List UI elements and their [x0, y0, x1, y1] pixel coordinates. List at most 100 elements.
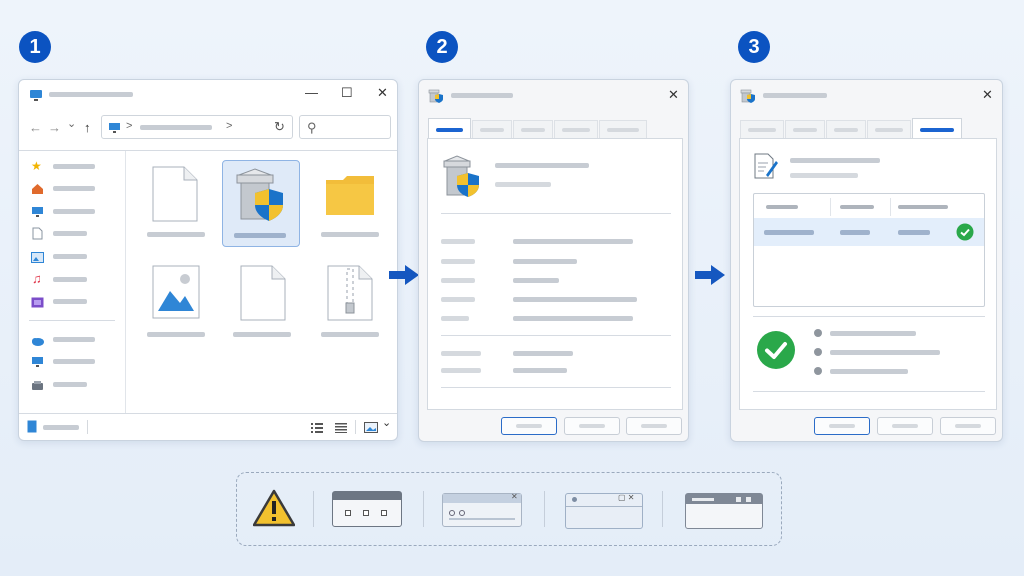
tab-item[interactable] — [554, 120, 598, 138]
window-variants-panel: ✕ ▢ ✕ — [236, 472, 782, 546]
recent-dropdown-button[interactable]: ⌄ — [67, 119, 76, 130]
ok-button[interactable] — [501, 417, 557, 435]
navigation-pane: ★ ♫ — [19, 151, 125, 413]
document-icon[interactable] — [32, 227, 43, 245]
status-text — [43, 425, 79, 430]
cloud-icon[interactable] — [30, 333, 45, 351]
column-header[interactable] — [898, 205, 948, 209]
tab-digital-signatures[interactable] — [912, 118, 962, 138]
folder-icon — [326, 176, 374, 215]
search-input[interactable]: ⚲ — [299, 115, 391, 139]
tab-panel — [739, 138, 997, 410]
check-icon — [956, 223, 974, 241]
tab-general[interactable] — [428, 118, 471, 138]
file-item[interactable] — [315, 162, 387, 242]
refresh-button[interactable]: ↻ — [274, 120, 285, 133]
view-options-icon[interactable] — [364, 420, 378, 438]
window-variant-outline: ▢ ✕ — [565, 493, 643, 529]
view-dropdown-chevron-icon[interactable]: ⌄ — [382, 418, 391, 429]
file-item[interactable] — [141, 162, 213, 242]
step-3-badge: 3 — [738, 31, 770, 63]
computer-icon — [108, 121, 121, 139]
column-header[interactable] — [766, 205, 798, 209]
cancel-button[interactable] — [877, 417, 933, 435]
ok-button[interactable] — [814, 417, 870, 435]
tab-item[interactable] — [826, 120, 866, 138]
sidebar-item-label[interactable] — [53, 299, 87, 304]
file-item-selected[interactable] — [222, 160, 300, 247]
drive-icon[interactable] — [31, 378, 44, 396]
signed-document-icon — [754, 153, 778, 179]
close-button[interactable]: ✕ — [668, 88, 679, 101]
tab-item[interactable] — [785, 120, 825, 138]
blank-file-icon — [240, 265, 286, 321]
step-2-badge: 2 — [426, 31, 458, 63]
signature-heading — [790, 158, 880, 163]
sidebar-item-label[interactable] — [53, 382, 87, 387]
breadcrumb-path — [140, 125, 212, 130]
sidebar-item-label[interactable] — [53, 209, 95, 214]
tab-item[interactable] — [740, 120, 784, 138]
back-button[interactable]: ← — [29, 121, 42, 134]
list-view-icon[interactable] — [335, 420, 347, 438]
column-header[interactable] — [840, 205, 874, 209]
sidebar-item-label[interactable] — [53, 277, 87, 282]
step-1-badge: 1 — [19, 31, 51, 63]
zip-file-icon — [327, 265, 373, 321]
installer-shield-icon — [740, 89, 755, 103]
music-icon[interactable]: ♫ — [32, 271, 42, 286]
file-name — [495, 163, 589, 168]
success-check-icon — [757, 331, 795, 369]
arrow-right-icon — [389, 265, 419, 285]
video-icon[interactable] — [31, 295, 44, 313]
details-pane-icon[interactable] — [27, 420, 37, 438]
bullet-dot — [814, 348, 822, 356]
breadcrumb-separator: > — [126, 120, 133, 132]
search-icon: ⚲ — [307, 120, 317, 135]
sidebar-item-label[interactable] — [53, 231, 87, 236]
close-button[interactable]: ✕ — [377, 86, 388, 99]
tab-item[interactable] — [472, 120, 512, 138]
file-item[interactable] — [315, 260, 387, 340]
sidebar-item-label[interactable] — [53, 337, 95, 342]
pictures-icon[interactable] — [31, 250, 44, 268]
tab-item[interactable] — [513, 120, 553, 138]
minimize-button[interactable]: — — [305, 86, 318, 99]
file-item[interactable] — [141, 260, 213, 340]
table-row-selected[interactable] — [754, 218, 984, 246]
computer-icon — [29, 89, 43, 107]
breadcrumb-separator: > — [226, 120, 233, 132]
security-dialog: ✕ — [730, 79, 1003, 442]
close-button[interactable]: ✕ — [982, 88, 993, 101]
dialog-title — [451, 93, 513, 98]
installer-shield-icon — [236, 168, 283, 221]
address-bar[interactable]: > > ↻ — [101, 115, 293, 139]
forward-button[interactable]: → — [48, 121, 61, 134]
sidebar-item-label[interactable] — [53, 186, 95, 191]
apply-button[interactable] — [626, 417, 682, 435]
desktop-icon[interactable] — [31, 205, 44, 223]
installer-shield-icon — [428, 89, 443, 103]
window-variant-gray-titlebar — [685, 493, 763, 529]
details-view-icon[interactable] — [311, 420, 323, 438]
window-title — [49, 92, 133, 97]
this-pc-icon[interactable] — [31, 355, 44, 373]
cancel-button[interactable] — [564, 417, 620, 435]
signature-subheading — [790, 173, 858, 178]
apply-button[interactable] — [940, 417, 996, 435]
home-icon[interactable] — [31, 182, 44, 200]
star-icon[interactable]: ★ — [31, 159, 42, 173]
tab-item[interactable] — [599, 120, 647, 138]
sidebar-item-label[interactable] — [53, 164, 95, 169]
maximize-button[interactable]: ☐ — [341, 86, 353, 99]
properties-dialog: ✕ — [418, 79, 689, 442]
window-variant-dark-titlebar — [332, 491, 402, 527]
sidebar-item-label[interactable] — [53, 359, 95, 364]
warning-icon — [253, 489, 295, 527]
up-button[interactable]: ↑ — [84, 121, 91, 134]
tab-item[interactable] — [867, 120, 911, 138]
dialog-title — [763, 93, 827, 98]
sidebar-item-label[interactable] — [53, 254, 87, 259]
file-item[interactable] — [227, 260, 299, 340]
blank-file-icon — [152, 166, 198, 222]
